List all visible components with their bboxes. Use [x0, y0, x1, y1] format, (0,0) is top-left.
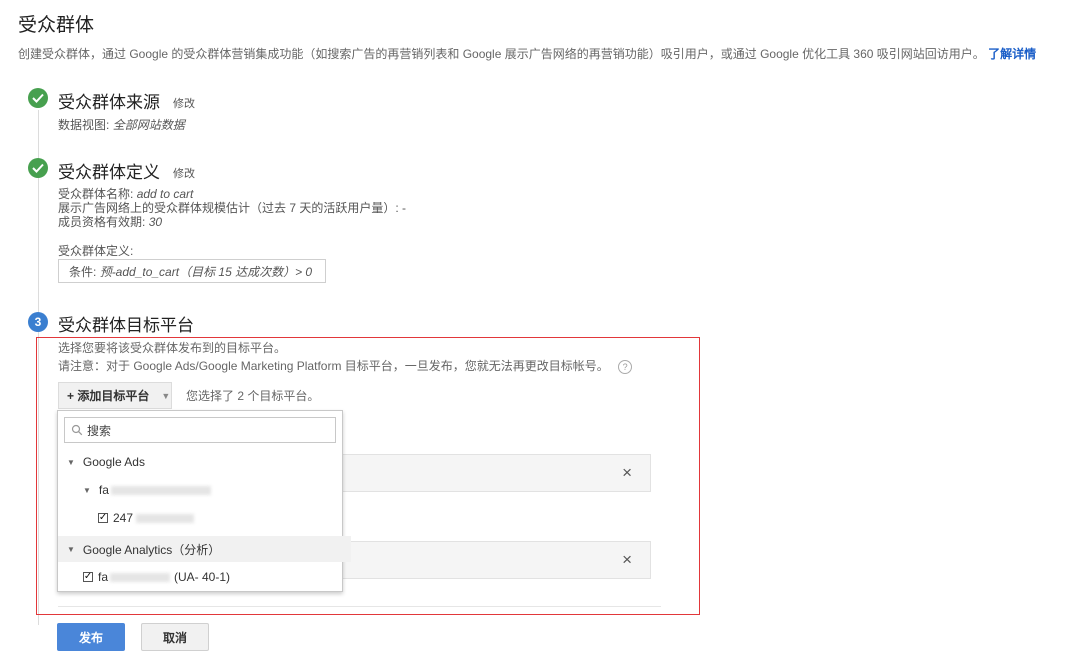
- divider: [58, 606, 661, 607]
- step3-title: 受众群体目标平台: [58, 316, 194, 335]
- step3-note: 请注意：对于 Google Ads/Google Marketing Platf…: [58, 359, 633, 374]
- chevron-down-icon: ▼: [67, 544, 75, 554]
- step1-edit-link[interactable]: 修改: [173, 95, 195, 111]
- close-icon[interactable]: ×: [622, 463, 632, 483]
- add-target-platform-label: + 添加目标平台: [67, 389, 150, 403]
- step2-edit-link[interactable]: 修改: [173, 165, 195, 181]
- condition-prefix: 条件:: [69, 265, 97, 279]
- tree-group-google-analytics[interactable]: ▼ Google Analytics（分析）: [58, 536, 351, 562]
- tree-item-label-suffix: (UA- 40-1): [174, 570, 231, 584]
- step3-note-text: 请注意：对于 Google Ads/Google Marketing Platf…: [58, 359, 609, 373]
- selected-count-text: 您选择了 2 个目标平台。: [186, 389, 320, 403]
- search-placeholder: 搜索: [87, 423, 112, 438]
- search-icon: [71, 424, 83, 436]
- audience-size-value: -: [402, 201, 407, 215]
- chevron-down-icon: ▼: [83, 485, 91, 495]
- view-value: 全部网站数据: [112, 118, 185, 132]
- condition-box: 条件: 预-add_to_cart（目标 15 达成次数）> 0: [58, 259, 326, 283]
- check-icon: [28, 158, 48, 178]
- add-target-platform-button[interactable]: + 添加目标平台 ▼: [58, 382, 172, 409]
- audience-size-label: 展示广告网络上的受众群体规模估计（过去 7 天的活跃用户量）:: [58, 201, 399, 215]
- step2-title: 受众群体定义: [58, 163, 160, 182]
- close-icon[interactable]: ×: [622, 550, 632, 570]
- tree-group-google-ads[interactable]: ▼ Google Ads: [58, 449, 351, 475]
- chevron-down-icon: ▼: [67, 457, 75, 467]
- step3-hint: 选择您要将该受众群体发布到的目标平台。: [58, 341, 287, 355]
- cancel-button[interactable]: 取消: [141, 623, 209, 651]
- chevron-down-icon: ▼: [161, 390, 171, 401]
- audience-name: 受众群体名称: add to cart: [58, 187, 193, 201]
- tree-subgroup-label: fa: [98, 483, 109, 497]
- membership-duration-label: 成员资格有效期:: [58, 215, 146, 229]
- step1-view: 数据视图: 全部网站数据: [58, 118, 185, 132]
- step1-title: 受众群体来源: [58, 93, 160, 112]
- redacted-text: [110, 572, 171, 582]
- tree-item-label: 247: [113, 511, 134, 525]
- tree-item-analytics-property[interactable]: ✓ fa (UA- 40-1): [58, 564, 367, 590]
- tree-group-label: Google Ads: [82, 455, 145, 469]
- audience-size: 展示广告网络上的受众群体规模估计（过去 7 天的活跃用户量）: -: [58, 201, 406, 215]
- learn-more-link[interactable]: 了解详情: [988, 47, 1036, 61]
- target-platform-dropdown: 搜索 ▼ Google Ads ▼ fa ✓ 247 ▼ Google Anal…: [57, 410, 351, 592]
- audience-name-label: 受众群体名称:: [58, 187, 134, 201]
- tree-group-label: Google Analytics（分析）: [82, 542, 221, 557]
- definition-label: 受众群体定义:: [58, 244, 134, 258]
- page-title: 受众群体: [18, 15, 95, 36]
- tree-subgroup-account[interactable]: ▼ fa: [58, 477, 367, 503]
- membership-duration: 成员资格有效期: 30: [58, 215, 162, 229]
- help-icon[interactable]: ?: [618, 359, 633, 374]
- redacted-text: [136, 513, 195, 523]
- view-label: 数据视图:: [58, 118, 110, 132]
- step3-number-badge: 3: [28, 312, 48, 332]
- redacted-text: [110, 485, 211, 495]
- tree-item-ads-account[interactable]: ✓ 247: [58, 505, 382, 531]
- search-input[interactable]: 搜索: [64, 417, 336, 443]
- audience-name-value: add to cart: [136, 187, 194, 201]
- publish-button[interactable]: 发布: [57, 623, 125, 651]
- page-description-text: 创建受众群体，通过 Google 的受众群体营销集成功能（如搜索广告的再营销列表…: [18, 47, 985, 61]
- condition-value: 预-add_to_cart（目标 15 达成次数）> 0: [99, 265, 313, 279]
- page-description: 创建受众群体，通过 Google 的受众群体营销集成功能（如搜索广告的再营销列表…: [18, 45, 1036, 62]
- tree-item-label-prefix: fa: [98, 570, 109, 584]
- check-icon: [28, 88, 48, 108]
- checkbox-checked-icon[interactable]: ✓: [83, 572, 93, 582]
- checkbox-checked-icon[interactable]: ✓: [98, 513, 108, 523]
- membership-duration-value: 30: [148, 215, 163, 229]
